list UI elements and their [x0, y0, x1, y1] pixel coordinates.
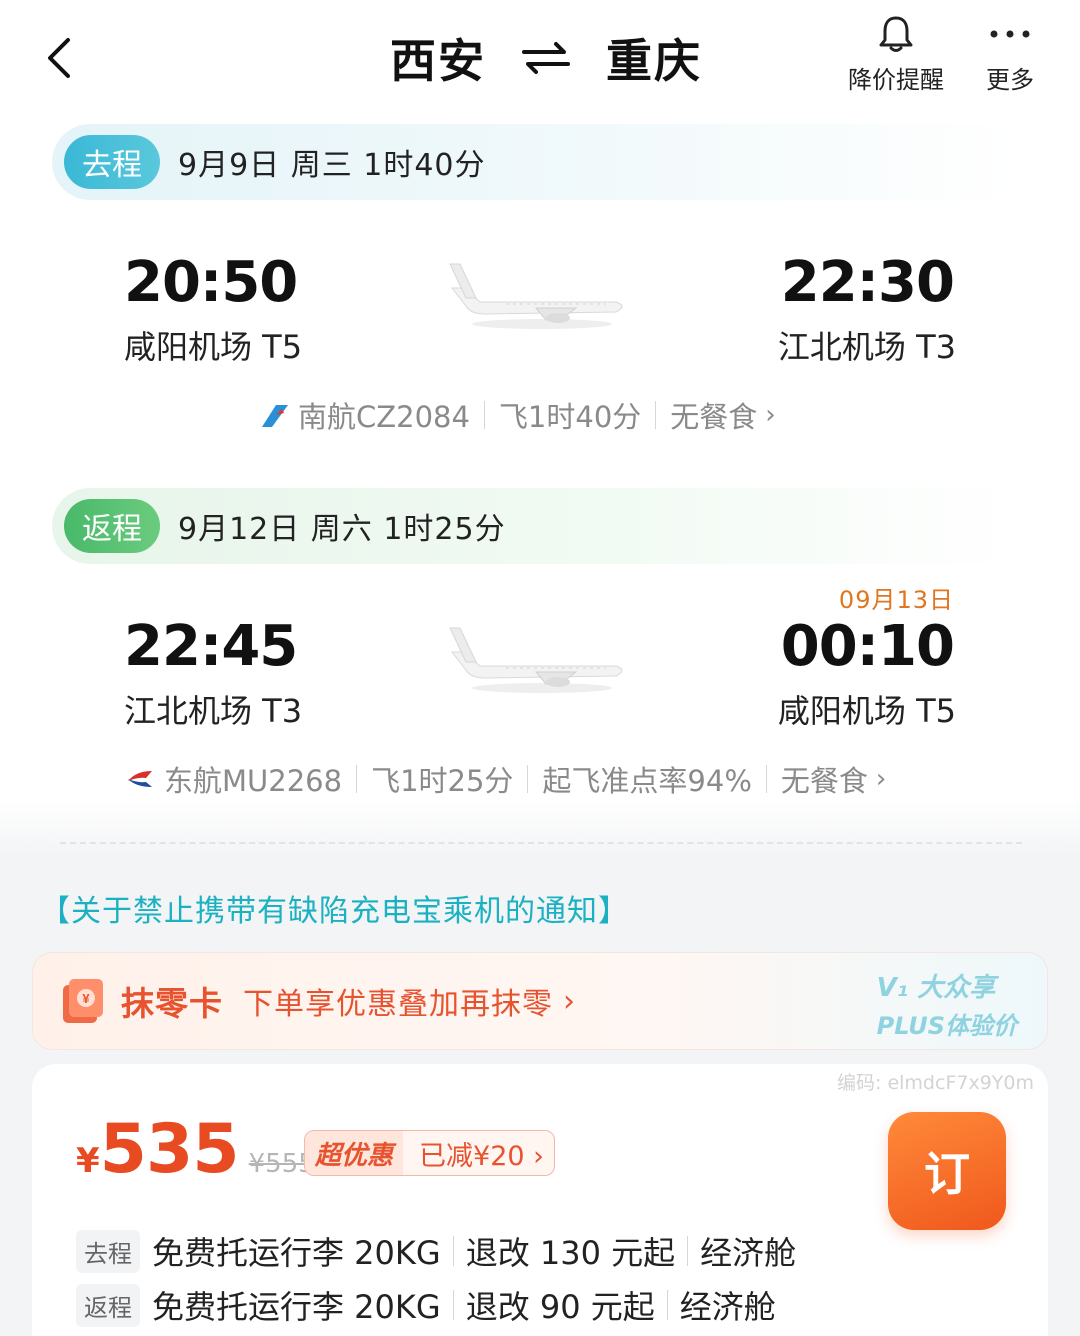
divider — [527, 765, 529, 793]
rounding-card-title: 抹零卡 — [121, 984, 223, 1023]
back-button[interactable] — [38, 34, 82, 82]
promo-discount: 已减¥20 › — [419, 1140, 544, 1172]
return-arrival-airport: 咸阳机场 T5 — [777, 692, 956, 730]
airplane-icon — [449, 627, 623, 693]
chevron-right-icon: › — [875, 764, 887, 794]
fare-row-tag: 返程 — [76, 1283, 140, 1327]
discount-badge[interactable]: 超优惠 已减¥20 › — [304, 1130, 555, 1176]
return-meal-info: 无餐食 — [780, 764, 868, 798]
baggage-allowance: 免费托运行李 20KG — [152, 1234, 441, 1272]
more-dots-icon — [990, 30, 1030, 38]
refund-change-policy[interactable]: 退改 130 元起 — [466, 1228, 675, 1274]
divider — [765, 765, 767, 793]
vip-badge-line1: V₁ 大众享 — [876, 973, 996, 1003]
destination-city: 重庆 — [606, 34, 702, 88]
swap-arrows-icon[interactable] — [520, 40, 572, 76]
outbound-departure-time: 20:50 — [124, 250, 298, 315]
divider — [356, 765, 358, 793]
vip-badge-line2: PLUS体验价 — [876, 1012, 1017, 1040]
origin-city: 西安 — [390, 34, 486, 88]
divider — [687, 1236, 689, 1266]
divider — [452, 1236, 454, 1266]
route-title: 西安 重庆 — [390, 28, 702, 88]
refund-change-policy[interactable]: 退改 90 元起 — [466, 1282, 655, 1328]
price-display: ¥ 535 ¥555 — [76, 1110, 315, 1189]
return-departure-airport: 江北机场 T3 — [124, 692, 303, 730]
divider — [452, 1290, 454, 1320]
divider — [483, 401, 485, 429]
bell-icon — [879, 16, 913, 52]
promo-tag: 超优惠 — [305, 1131, 404, 1175]
price-alert-label: 降价提醒 — [848, 66, 944, 94]
return-arrival-time: 00:10 — [780, 614, 955, 679]
return-flight-number: 东航MU2268 — [164, 764, 343, 798]
divider — [666, 1290, 668, 1320]
chevron-left-icon — [48, 38, 70, 78]
svg-text:¥: ¥ — [82, 991, 90, 1006]
outbound-flight-number: 南航CZ2084 — [298, 400, 470, 434]
price-amount: 535 — [99, 1110, 240, 1189]
baggage-allowance: 免费托运行李 20KG — [152, 1288, 441, 1326]
return-tag: 返程 — [64, 499, 160, 553]
fare-row-tag: 去程 — [76, 1229, 140, 1273]
return-flight[interactable]: 22:45 江北机场 T3 00:10 咸阳机场 T5 — [0, 604, 1080, 764]
outbound-flight-meta[interactable]: 南航CZ2084 飞1时40分 无餐食 › — [258, 394, 776, 436]
return-departure-time: 22:45 — [124, 614, 298, 679]
outbound-arrival-time: 22:30 — [780, 250, 955, 315]
book-button[interactable]: 订 — [888, 1112, 1006, 1230]
outbound-date-info: 9月9日 周三 1时40分 — [178, 148, 486, 183]
power-bank-notice-link[interactable]: 【关于禁止携带有缺陷充电宝乘机的通知】 — [40, 886, 629, 930]
product-code: 编码: elmdcF7x9Y0m — [837, 1072, 1034, 1094]
coupon-card-icon: ¥ — [63, 979, 103, 1023]
return-on-time-rate: 起飞准点率94% — [542, 764, 752, 798]
return-date-info: 9月12日 周六 1时25分 — [178, 512, 506, 547]
divider — [655, 401, 657, 429]
outbound-flight-duration: 飞1时40分 — [498, 400, 642, 434]
outbound-segment-header: 去程 9月9日 周三 1时40分 — [52, 124, 1022, 200]
return-fare-row: 返程 免费托运行李 20KG 退改 90 元起 经济舱 — [76, 1282, 776, 1328]
chevron-right-icon: › — [765, 400, 776, 430]
outbound-arrival-airport: 江北机场 T3 — [777, 328, 956, 366]
plus-vip-badge: V₁ 大众享 PLUS体验价 — [877, 967, 1017, 1041]
return-flight-meta[interactable]: 东航MU2268 飞1时25分 起飞准点率94% 无餐食 › — [124, 758, 886, 800]
outbound-tag: 去程 — [64, 135, 160, 189]
price-alert-button[interactable]: 降价提醒 — [848, 14, 944, 95]
section-divider — [60, 842, 1022, 844]
outbound-fare-row: 去程 免费托运行李 20KG 退改 130 元起 经济舱 — [76, 1228, 796, 1274]
outbound-departure-airport: 咸阳机场 T5 — [124, 328, 303, 366]
airplane-icon — [449, 263, 623, 329]
china-southern-logo-icon — [262, 405, 288, 427]
top-nav-bar: 西安 重庆 降价提醒 更多 — [0, 0, 1080, 118]
return-flight-duration: 飞1时25分 — [371, 764, 514, 798]
currency-symbol: ¥ — [76, 1141, 100, 1181]
outbound-flight[interactable]: 20:50 咸阳机场 T5 22:30 江北机场 T3 — [0, 240, 1080, 400]
return-segment-header: 返程 9月12日 周六 1时25分 — [52, 488, 1022, 564]
more-button[interactable]: 更多 — [986, 14, 1034, 95]
rounding-card-description: 下单享优惠叠加再抹零 — [243, 987, 553, 1022]
rounding-card-banner[interactable]: ¥ 抹零卡 下单享优惠叠加再抹零 › V₁ 大众享 PLUS体验价 — [32, 952, 1048, 1050]
china-eastern-logo-icon — [128, 771, 152, 787]
more-label: 更多 — [986, 66, 1034, 94]
cabin-class: 经济舱 — [700, 1234, 797, 1272]
cabin-class: 经济舱 — [679, 1288, 776, 1326]
outbound-meal-info: 无餐食 — [670, 400, 758, 434]
chevron-right-icon: › — [563, 983, 575, 1019]
